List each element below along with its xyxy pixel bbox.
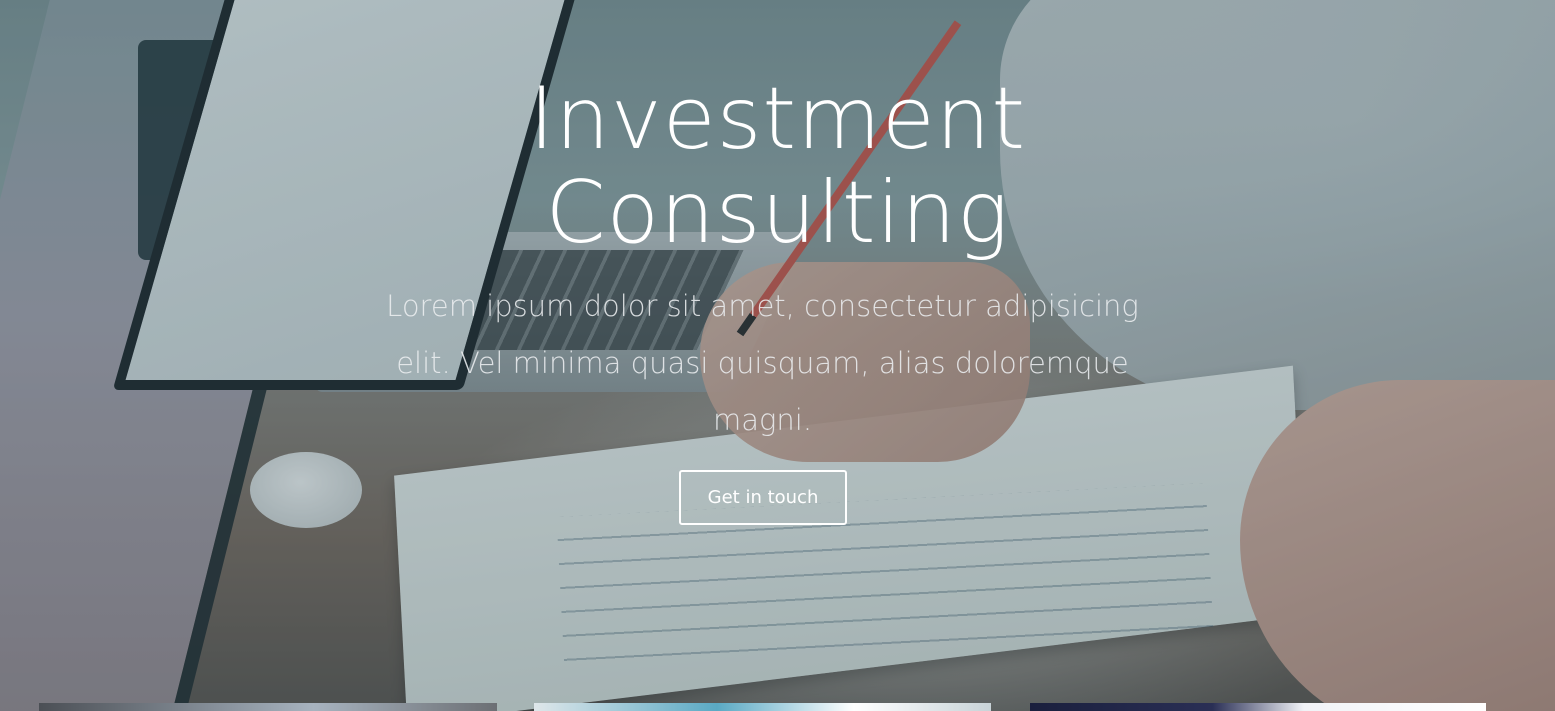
hero-section: Investment Consulting Lorem ipsum dolor … xyxy=(0,0,1555,711)
thumbnail-card-3[interactable] xyxy=(1030,703,1486,711)
hero-title-line-2: Consulting xyxy=(545,163,1010,263)
thumbnail-card-2[interactable] xyxy=(534,703,991,711)
hero-title: Investment Consulting xyxy=(0,72,1555,260)
thumbnail-strip xyxy=(0,703,1555,711)
thumbnail-card-1[interactable] xyxy=(39,703,497,711)
get-in-touch-button[interactable]: Get in touch xyxy=(679,470,847,525)
hero-title-line-1: Investment xyxy=(528,69,1027,169)
hero-subtitle: Lorem ipsum dolor sit amet, consectetur … xyxy=(386,289,1139,437)
